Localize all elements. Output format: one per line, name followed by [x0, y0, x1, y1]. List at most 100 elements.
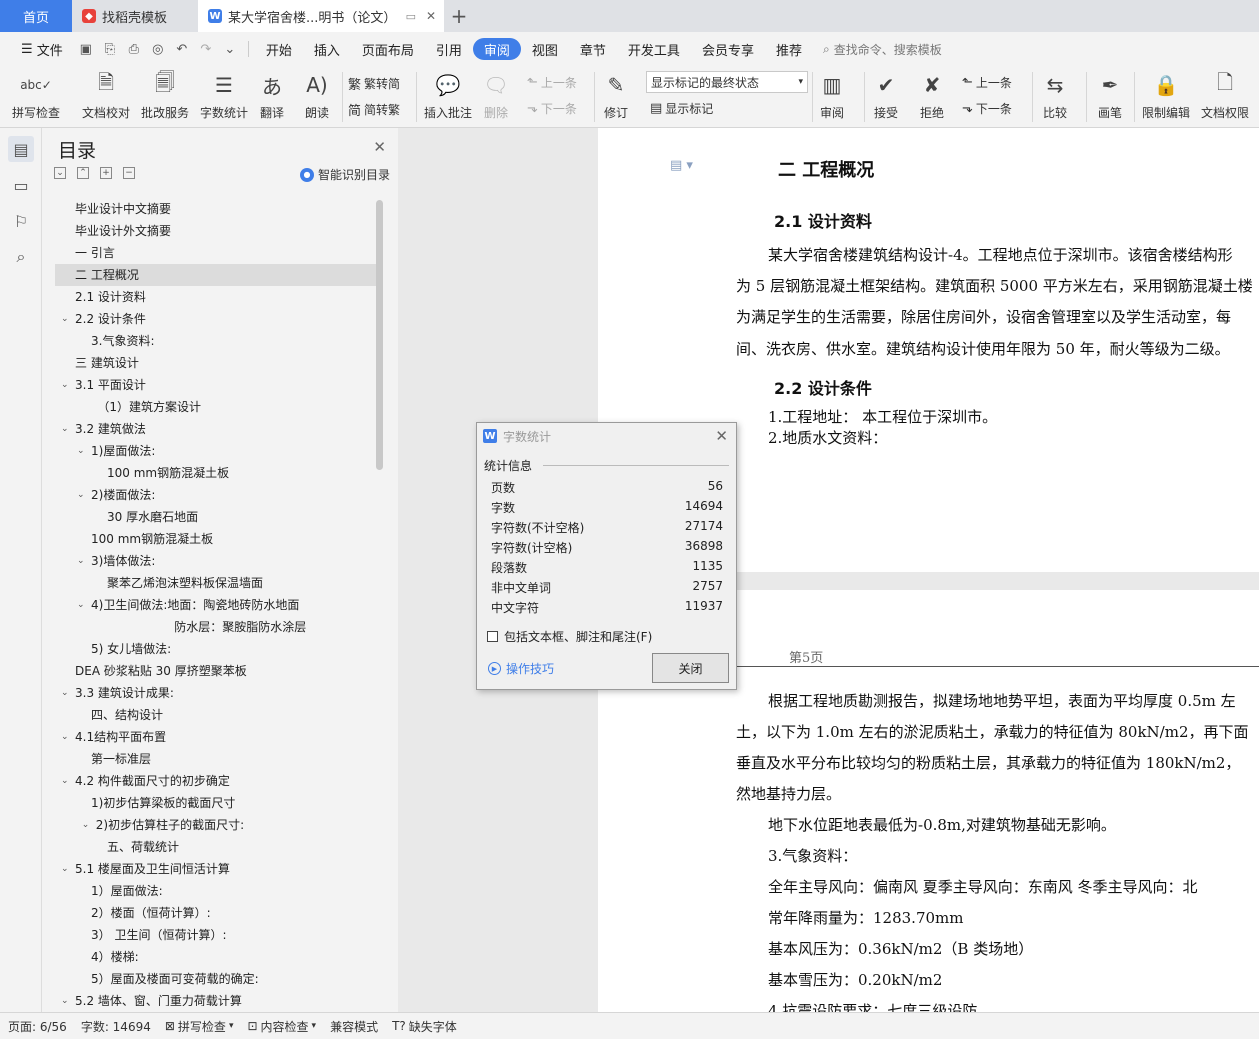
preview-icon[interactable]: ◎ — [151, 42, 165, 57]
save-icon[interactable]: ▣ — [79, 42, 93, 57]
add-heading-icon[interactable]: + — [100, 167, 112, 179]
toc-item[interactable]: 第一标准层 — [55, 748, 377, 770]
menu-member[interactable]: 会员专享 — [691, 38, 765, 60]
prev-comment-button[interactable]: ⬑ 上一条 — [527, 74, 577, 91]
trad-to-simp-button[interactable]: 繁繁转简 — [348, 74, 400, 93]
read-aloud-button[interactable]: A) 朗读 — [303, 70, 331, 121]
doc-rights-button[interactable]: 🗋 文档权限 — [1201, 70, 1249, 121]
toc-expand-chevron-icon[interactable]: ⌄ — [77, 550, 85, 572]
toc-expand-chevron-icon[interactable]: ⌄ — [61, 858, 69, 880]
chapter-nav-icon[interactable]: ▭ — [8, 172, 34, 198]
toc-item[interactable]: 4）楼梯: — [55, 946, 377, 968]
search-pane-icon[interactable]: ⌕ — [8, 244, 34, 270]
toc-expand-chevron-icon[interactable]: ⌄ — [77, 484, 85, 506]
toc-item[interactable]: ⌄ 3.2 建筑做法 — [55, 418, 377, 440]
accept-button[interactable]: ✔ 接受 — [872, 70, 900, 121]
toc-item[interactable]: ⌄ 4)卫生间做法:地面：陶瓷地砖防水地面 — [55, 594, 377, 616]
restrict-edit-button[interactable]: 🔒 限制编辑 — [1142, 70, 1190, 121]
menu-view[interactable]: 视图 — [521, 38, 569, 60]
toc-item[interactable]: 五、荷载统计 — [55, 836, 377, 858]
toc-item[interactable]: ⌄ 2)楼面做法: — [55, 484, 377, 506]
tab-template[interactable]: ◆ 找稻壳模板 — [72, 0, 198, 32]
word-count-button[interactable]: ☰ 字数统计 — [200, 70, 248, 121]
toc-item[interactable]: ⌄ 5.2 墙体、窗、门重力荷载计算 — [55, 990, 377, 1006]
status-content-check[interactable]: ⊡ 内容检查 ▾ — [247, 1018, 316, 1035]
dialog-close-icon[interactable]: ✕ — [715, 427, 728, 445]
reject-button[interactable]: ✘ 拒绝 — [918, 70, 946, 121]
toc-item[interactable]: ⌄ 4.2 构件截面尺寸的初步确定 — [55, 770, 377, 792]
toc-item[interactable]: 2）楼面（恒荷计算）: — [55, 902, 377, 924]
toc-item[interactable]: 一 引言 — [55, 242, 377, 264]
toc-item[interactable]: 防水层：聚胺脂防水涂层 — [55, 616, 377, 638]
doc-proof-button[interactable]: 🗎 文档校对 — [82, 70, 130, 121]
review-pane-button[interactable]: ▥ 审阅 — [818, 70, 846, 121]
export-icon[interactable]: ⎘ — [103, 42, 117, 57]
toc-item[interactable]: 1)初步估算梁板的截面尺寸 — [55, 792, 377, 814]
menu-start[interactable]: 开始 — [255, 38, 303, 60]
toc-item[interactable]: DEA 砂浆粘贴 30 厚挤塑聚苯板 — [55, 660, 377, 682]
show-markup-button[interactable]: ▤ 显示标记 — [650, 100, 713, 117]
toc-item[interactable]: 1）屋面做法: — [55, 880, 377, 902]
collapse-all-icon[interactable]: ⌄ — [54, 167, 66, 179]
toc-item[interactable]: ⌄ 5.1 楼屋面及卫生间恒活计算 — [55, 858, 377, 880]
toc-expand-chevron-icon[interactable]: ⌄ — [77, 440, 85, 462]
tab-close-icon[interactable]: ✕ — [426, 9, 436, 23]
toc-expand-chevron-icon[interactable]: ⌄ — [61, 374, 69, 396]
menu-layout[interactable]: 页面布局 — [351, 38, 425, 60]
spell-check-button[interactable]: abc✓ 拼写检查 — [12, 70, 60, 121]
toc-expand-chevron-icon[interactable]: ⌄ — [61, 770, 69, 792]
next-comment-button[interactable]: ⬎ 下一条 — [527, 100, 577, 117]
toc-pane-icon[interactable]: ▤ — [8, 136, 34, 162]
print-icon[interactable]: ⎙ — [127, 42, 141, 57]
toc-item[interactable]: 二 工程概况 — [55, 264, 377, 286]
pen-button[interactable]: ✒ 画笔 — [1096, 70, 1124, 121]
new-tab-button[interactable]: + — [444, 0, 474, 32]
toc-item[interactable]: ⌄ 3.3 建筑设计成果: — [55, 682, 377, 704]
menu-review[interactable]: 审阅 — [472, 38, 521, 60]
toc-expand-chevron-icon[interactable]: ⌄ — [82, 814, 90, 836]
menu-references[interactable]: 引用 — [425, 38, 473, 60]
command-search[interactable]: ⌕ 查找命令、搜索模板 — [823, 41, 942, 58]
menu-chapter[interactable]: 章节 — [569, 38, 617, 60]
toc-item[interactable]: 毕业设计中文摘要 — [55, 198, 377, 220]
toc-item[interactable]: 四、结构设计 — [55, 704, 377, 726]
toc-item[interactable]: 30 厚水磨石地面 — [55, 506, 377, 528]
monitor-icon[interactable]: ▭ — [406, 10, 416, 23]
menu-recommend[interactable]: 推荐 — [765, 38, 813, 60]
translate-button[interactable]: あ翻译 — [258, 70, 286, 121]
tips-link[interactable]: ▶ 操作技巧 — [488, 660, 554, 677]
toc-item[interactable]: ⌄ 2)初步估算柱子的截面尺寸: — [55, 814, 377, 836]
expand-all-icon[interactable]: ⌃ — [77, 167, 89, 179]
smart-toc-button[interactable]: ● 智能识别目录 — [299, 166, 390, 183]
tab-home[interactable]: 首页 — [0, 0, 72, 32]
remove-heading-icon[interactable]: − — [123, 167, 135, 179]
markup-mode-select[interactable]: 显示标记的最终状态 ▾ — [646, 71, 808, 93]
toc-expand-chevron-icon[interactable]: ⌄ — [61, 418, 69, 440]
toc-item[interactable]: 3） 卫生间（恒荷计算）: — [55, 924, 377, 946]
toc-item[interactable]: ⌄ 2.2 设计条件 — [55, 308, 377, 330]
compare-button[interactable]: ⇆ 比较 — [1041, 70, 1069, 121]
toc-item[interactable]: ⌄ 1)屋面做法: — [55, 440, 377, 462]
toc-item[interactable]: 5）屋面及楼面可变荷载的确定: — [55, 968, 377, 990]
toc-scrollbar[interactable] — [376, 200, 383, 470]
toc-expand-chevron-icon[interactable]: ⌄ — [61, 990, 69, 1006]
include-textbox-checkbox[interactable]: 包括文本框、脚注和尾注(F) — [487, 628, 652, 645]
track-changes-button[interactable]: ✎ 修订 — [602, 70, 630, 121]
missing-font[interactable]: T? 缺失字体 — [392, 1018, 457, 1035]
insert-comment-button[interactable]: 💬 插入批注 — [424, 70, 472, 121]
document-icon[interactable]: ▤ ▾ — [670, 158, 693, 173]
toc-item[interactable]: 三 建筑设计 — [55, 352, 377, 374]
toc-close-icon[interactable]: ✕ — [373, 138, 386, 156]
dialog-titlebar[interactable]: W 字数统计 — [477, 423, 736, 449]
toc-item[interactable]: ⌄ 3.1 平面设计 — [55, 374, 377, 396]
toc-item[interactable]: ⌄ 4.1结构平面布置 — [55, 726, 377, 748]
simp-to-trad-button[interactable]: 简简转繁 — [348, 100, 400, 119]
status-spell-check[interactable]: ⊠ 拼写检查 ▾ — [165, 1018, 234, 1035]
toc-item[interactable]: 聚苯乙烯泡沫塑料板保温墙面 — [55, 572, 377, 594]
word-count-indicator[interactable]: 字数: 14694 — [81, 1018, 151, 1035]
next-change-button[interactable]: ⬎ 下一条 — [962, 100, 1012, 117]
checkbox-box[interactable] — [487, 631, 498, 642]
redo-icon[interactable]: ↷ — [199, 42, 213, 57]
toc-item[interactable]: （1）建筑方案设计 — [55, 396, 377, 418]
tab-document[interactable]: W 某大学宿舍楼...明书（论文） ▭ ✕ — [198, 0, 444, 32]
